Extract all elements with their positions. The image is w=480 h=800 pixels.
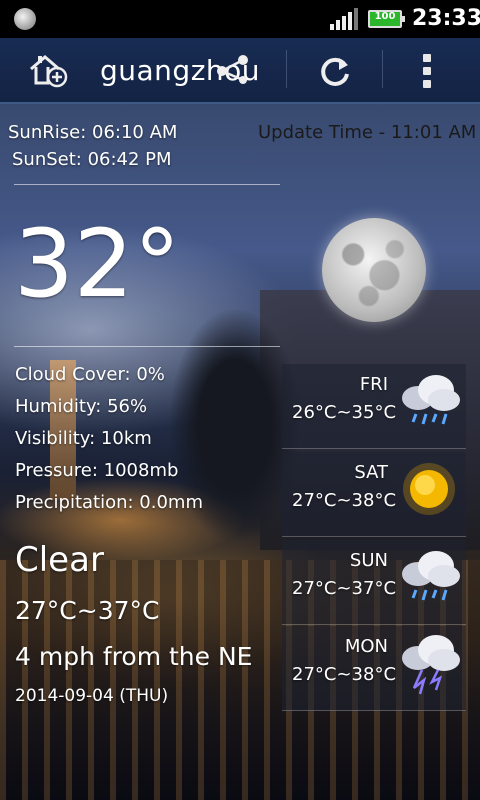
forecast-item[interactable]: MON 27°C~38°C [282,626,466,711]
forecast-item[interactable]: FRI 26°C~35°C [282,364,466,449]
forecast-day: SAT [354,462,388,483]
forecast-range: 27°C~38°C [292,664,397,685]
humidity: Humidity: 56% [15,396,148,417]
cloud-cover: Cloud Cover: 0% [15,364,165,385]
signal-strength-icon [330,8,358,30]
forecast-day: FRI [359,374,388,395]
sun-icon [403,463,455,515]
forecast-range: 26°C~35°C [292,402,397,423]
battery-level: 100 [374,11,396,22]
moon-icon [322,218,426,322]
action-divider [286,50,287,88]
thunderstorm-icon [402,635,460,695]
forecast-range: 27°C~38°C [292,490,397,511]
precipitation: Precipitation: 0.0mm [15,492,203,513]
divider-line [14,346,280,347]
weather-condition: Clear [15,540,104,580]
add-location-icon[interactable] [28,52,68,88]
current-date: 2014-09-04 (THU) [15,686,169,706]
share-icon[interactable] [216,54,250,84]
update-time: Update Time - 11:01 AM [258,122,477,143]
forecast-item[interactable]: SUN 27°C~37°C [282,540,466,625]
temperature-range: 27°C~37°C [15,596,160,625]
divider-line [14,184,280,185]
refresh-icon[interactable] [318,54,352,88]
rain-cloud-icon [402,551,460,601]
forecast-range: 27°C~37°C [292,578,397,599]
visibility: Visibility: 10km [15,428,152,449]
rain-cloud-icon [402,375,460,425]
action-divider [382,50,383,88]
status-bar: 100 23:33 [0,0,480,38]
current-temperature: 32° [14,210,181,319]
battery-icon: 100 [368,10,405,28]
forecast-item[interactable]: SAT 27°C~38°C [282,452,466,537]
status-clock: 23:33 [412,6,480,31]
forecast-day: SUN [349,550,388,571]
pressure: Pressure: 1008mb [15,460,179,481]
sunrise-time: SunRise: 06:10 AM [8,122,178,143]
sunset-time: SunSet: 06:42 PM [12,149,172,170]
action-bar: guangzhou [0,38,480,104]
moon-notification-icon [14,8,36,30]
forecast-day: MON [344,636,388,657]
wind-info: 4 mph from the NE [15,642,253,671]
overflow-menu-icon[interactable] [420,54,434,88]
